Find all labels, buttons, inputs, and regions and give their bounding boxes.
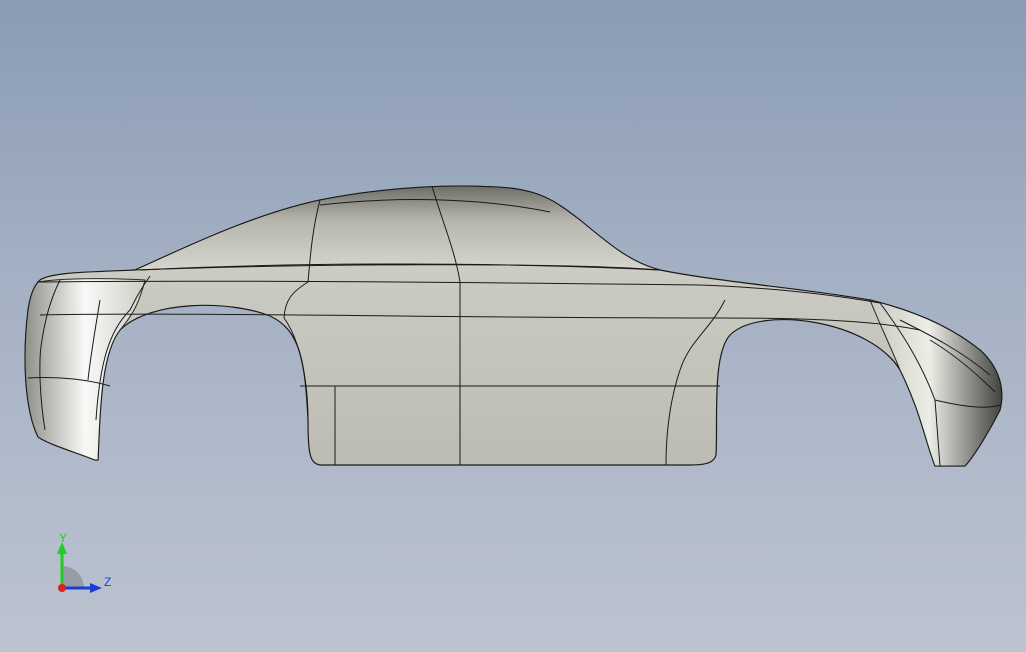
origin-icon (58, 584, 66, 592)
triad-plane-icon (62, 566, 84, 588)
graphics-viewport[interactable]: Y Z (0, 0, 1026, 652)
z-axis-label: Z (104, 575, 111, 589)
front-fender-surface[interactable] (24, 278, 146, 461)
roof-surface[interactable] (134, 185, 661, 271)
orientation-triad: Y Z (57, 531, 111, 593)
car-body-model[interactable] (0, 0, 1026, 652)
y-axis-label: Y (59, 531, 67, 545)
